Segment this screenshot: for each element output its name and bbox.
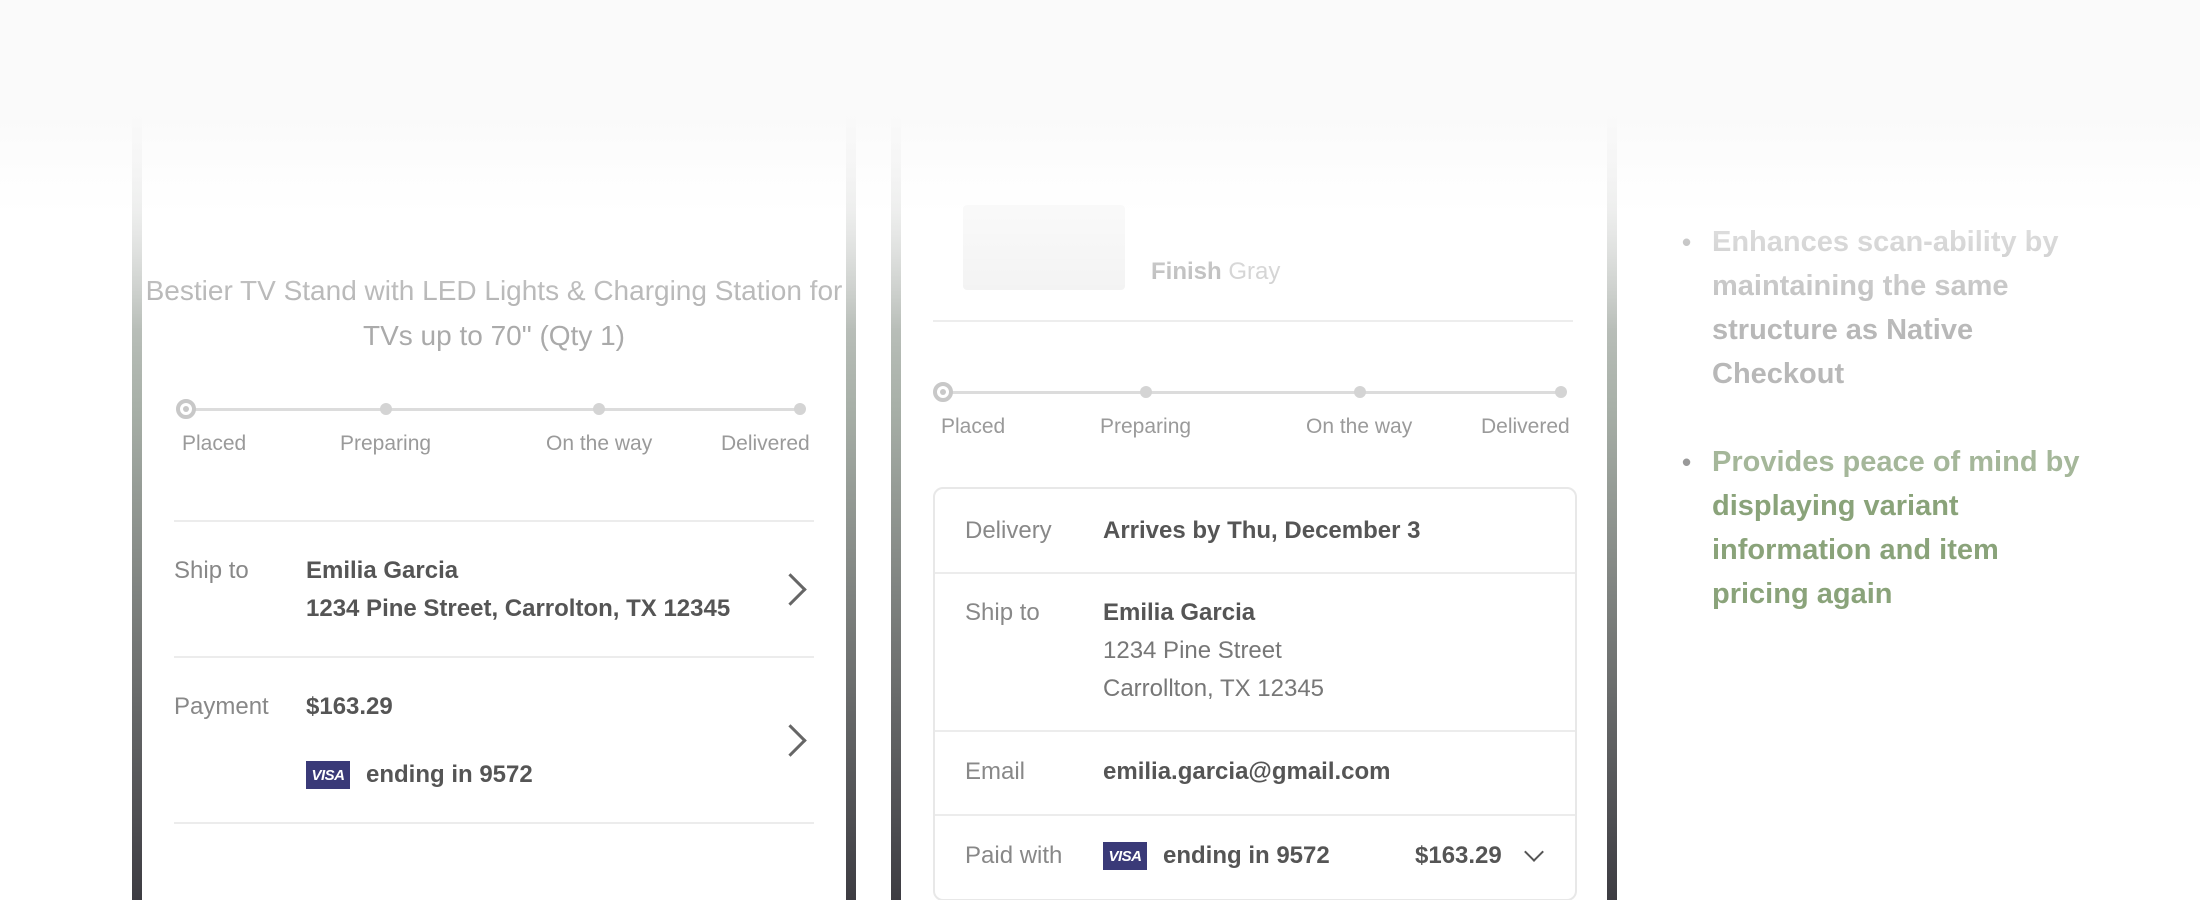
payment-label: Payment [174,693,269,720]
ship-name: Emilia Garcia [1103,599,1256,626]
delivery-value: Arrives by Thu, December 3 [1103,517,1421,544]
bullet-peace-lead: Provides peace of mind by [1712,446,2080,478]
tracker-label-preparing: Preparing [340,432,432,455]
payment-amount: $163.29 [306,693,393,720]
chevron-right-icon[interactable] [774,724,807,757]
tracker-dot-on-the-way [1354,386,1366,398]
chevron-right-icon[interactable] [774,573,807,606]
tracker-label-placed: Placed [941,415,1006,438]
tracker-line [943,391,1563,394]
ship-to-label: Ship to [965,599,1040,626]
tracker-dot-placed [176,399,196,419]
divider [935,814,1575,816]
order-screen-right: Finish Gray Placed Preparing On the way … [901,0,1607,900]
divider [935,730,1575,732]
finish-label: Finish [1151,258,1222,285]
email-value: emilia.garcia@gmail.com [1103,758,1391,785]
tracker-line [186,408,804,411]
ship-name: Emilia Garcia [306,557,459,584]
tracker-dot-delivered [794,403,806,415]
tracker-label-preparing: Preparing [1100,415,1192,438]
ship-city: Carrollton, TX 12345 [1103,675,1325,702]
tracker-dot-placed [933,382,953,402]
divider [933,320,1573,322]
card-ending: ending in 9572 [366,761,533,788]
tracker-label-delivered: Delivered [1481,415,1570,438]
divider [174,520,814,522]
divider [174,656,814,658]
bullet-peace-of-mind: Provides peace of mind by displaying var… [1680,440,2100,616]
product-title: Bestier TV Stand with LED Lights & Charg… [145,275,843,351]
bullet-scan-ability: Enhances scan-ability by maintaining the… [1680,220,2100,396]
visa-card-icon: VISA [306,761,350,789]
delivery-label: Delivery [965,517,1052,544]
tracker-label-on-the-way: On the way [546,432,653,455]
card-ending: ending in 9572 [1163,842,1330,869]
paid-amount: $163.29 [1415,842,1502,869]
tracker-label-delivered: Delivered [721,432,810,455]
tracker-label-on-the-way: On the way [1306,415,1413,438]
ship-to-label: Ship to [174,557,249,584]
chevron-down-icon[interactable] [1524,842,1544,862]
annotation-bullets: Enhances scan-ability by maintaining the… [1680,220,2100,660]
tracker-label-placed: Placed [182,432,247,455]
divider [935,572,1575,574]
order-details-card: Delivery Arrives by Thu, December 3 Ship… [933,487,1577,900]
ship-street: 1234 Pine Street [1103,637,1282,664]
bullet-peace-rest: displaying variant information and item … [1712,490,1999,610]
product-thumbnail [963,205,1125,290]
email-label: Email [965,758,1026,785]
tracker-dot-preparing [1140,386,1152,398]
paid-with-label: Paid with [965,842,1063,869]
divider [174,822,814,824]
tracker-dot-on-the-way [593,403,605,415]
finish-info: Finish Gray [1151,258,1280,286]
ship-address: 1234 Pine Street, Carrolton, TX 12345 [306,595,731,622]
finish-value: Gray [1228,258,1281,285]
order-screen-left: Bestier TV Stand with LED Lights & Charg… [142,0,846,900]
tracker-dot-delivered [1555,386,1567,398]
visa-card-icon: VISA [1103,842,1147,870]
tracker-dot-preparing [380,403,392,415]
